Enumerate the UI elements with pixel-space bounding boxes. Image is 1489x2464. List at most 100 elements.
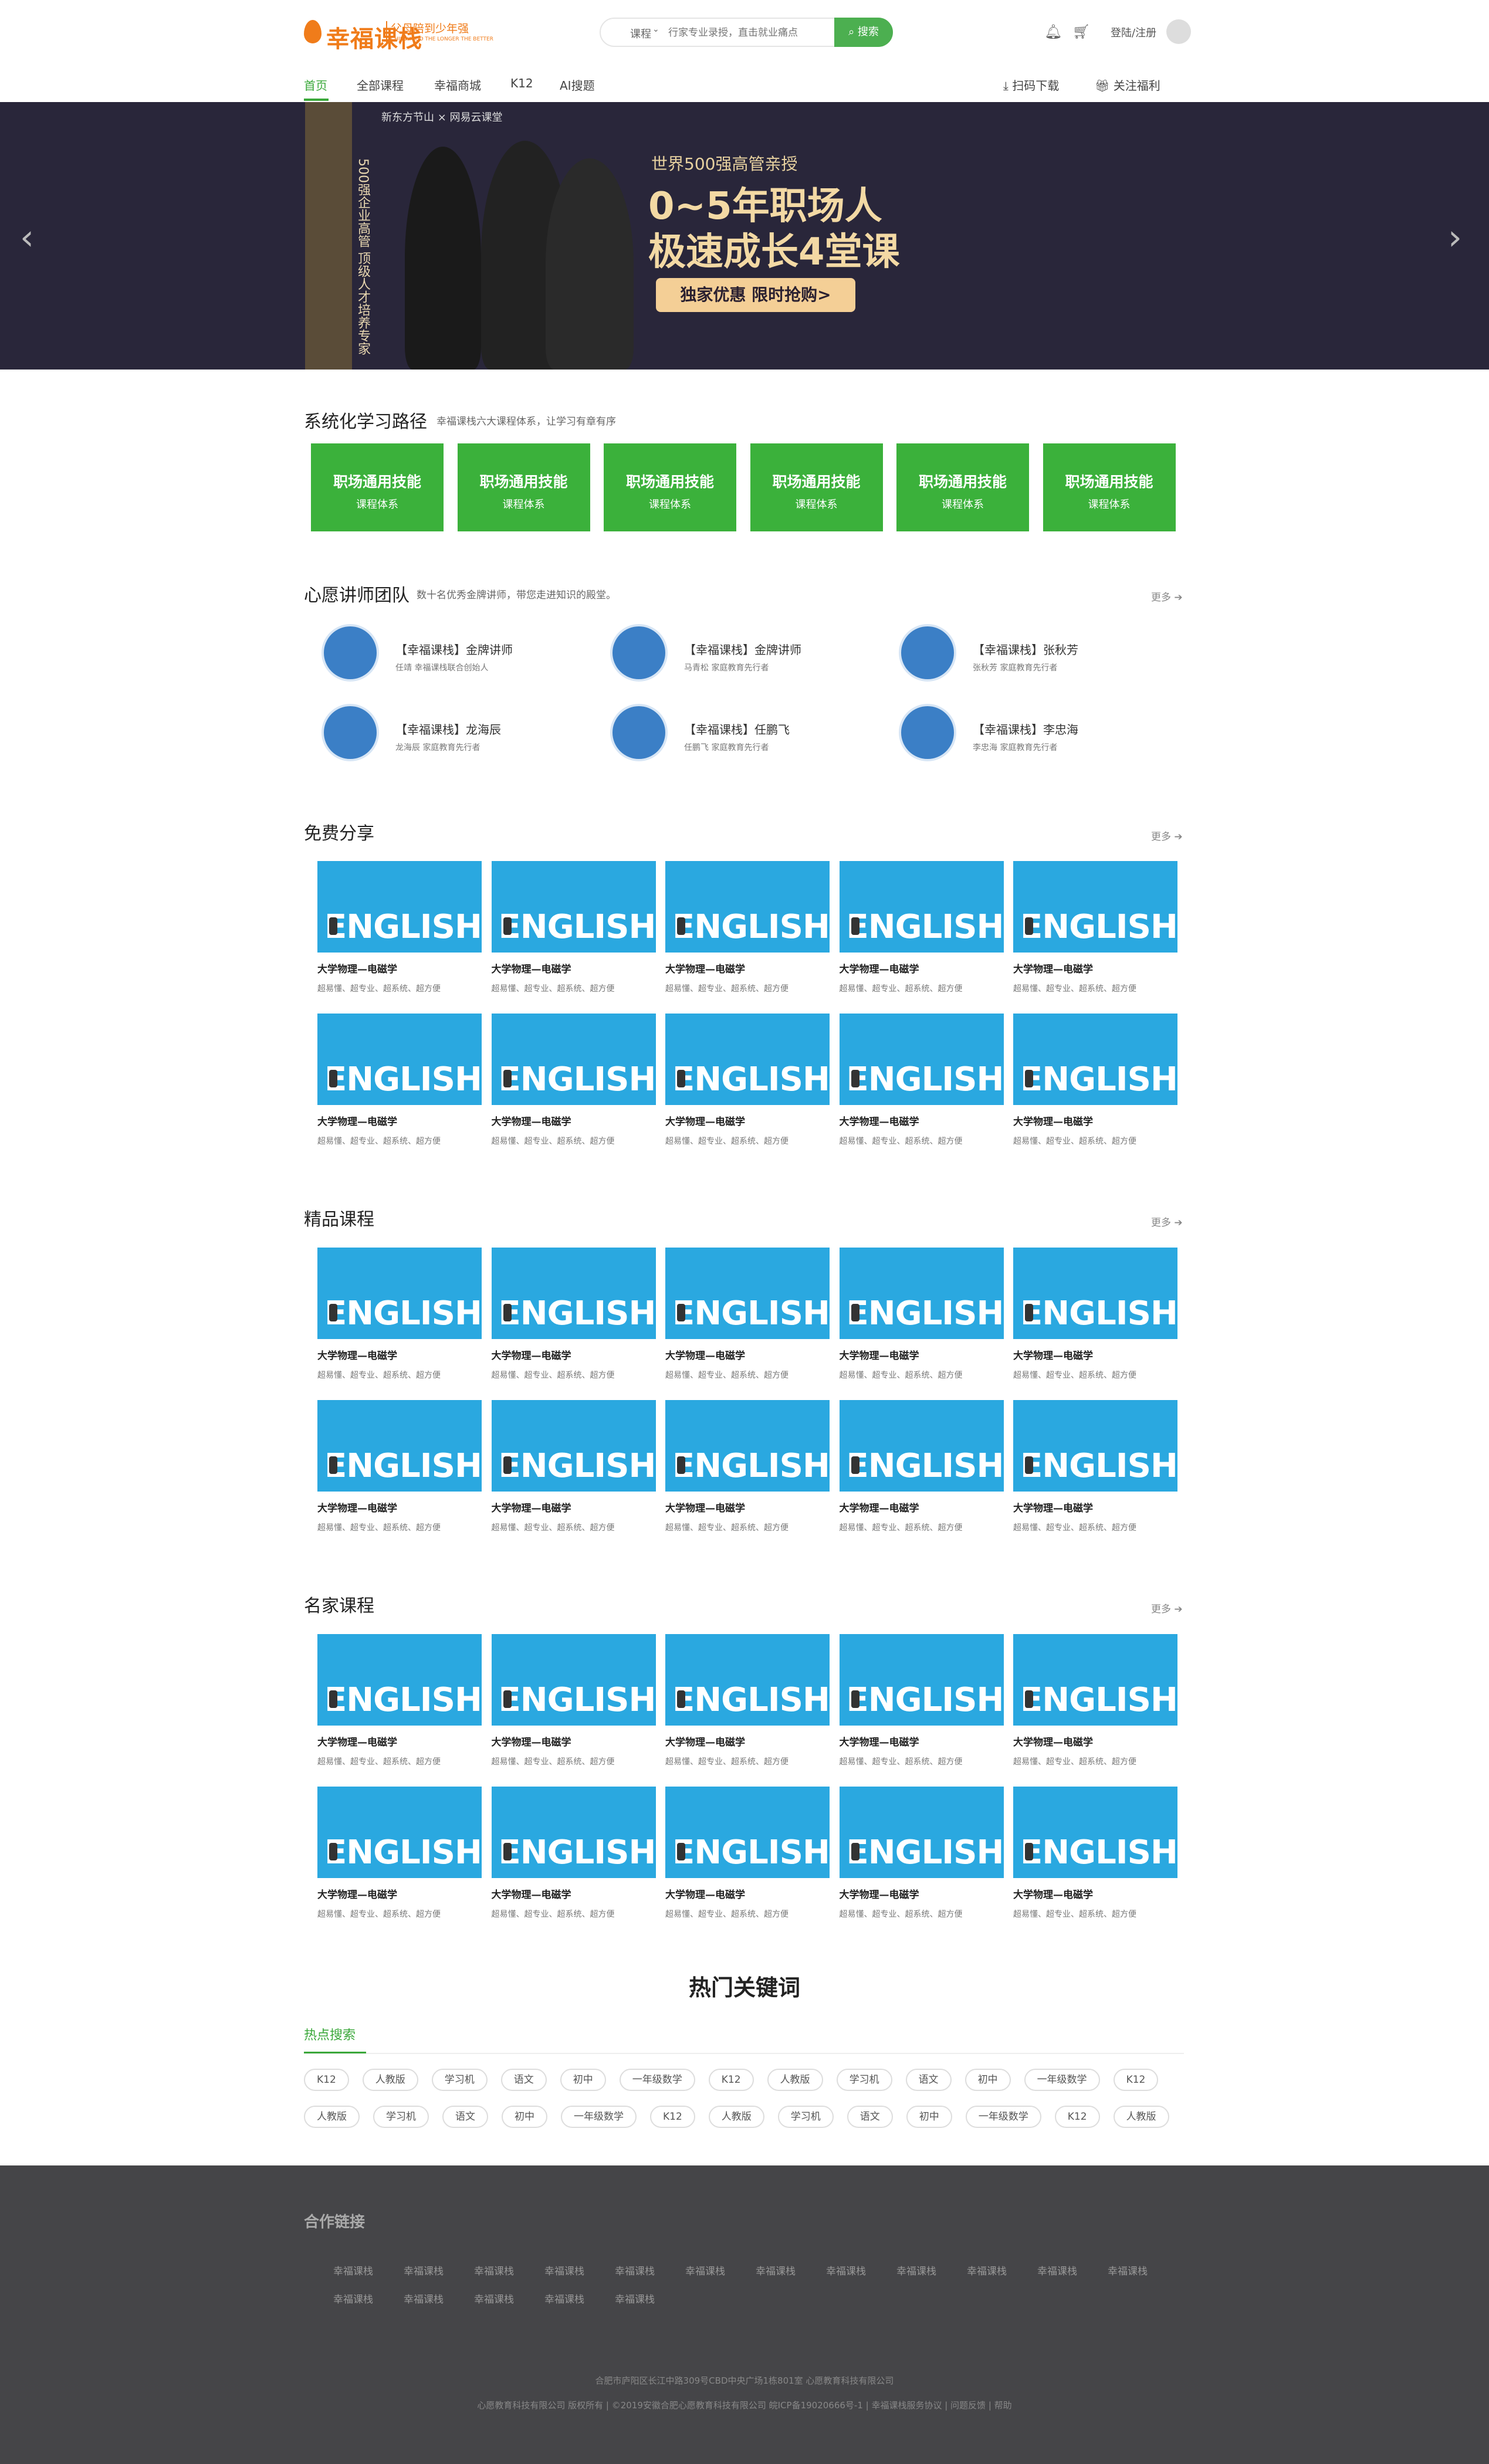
keyword-chip[interactable]: 学习机 — [431, 2069, 488, 2091]
learning-path-card[interactable]: 职场通用技能 课程体系 — [896, 443, 1029, 531]
course-card[interactable]: ENGLISH 大学物理—电磁学 超易懂、超专业、超系统、超方便 — [665, 1634, 830, 1767]
keyword-chip[interactable]: 初中 — [906, 2106, 952, 2128]
famous-more-link[interactable]: 更多 ➔ — [1151, 1601, 1183, 1615]
course-thumbnail[interactable]: ENGLISH — [665, 1787, 830, 1878]
course-thumbnail[interactable]: ENGLISH — [1013, 1014, 1177, 1105]
keyword-chip[interactable]: 人教版 — [1113, 2106, 1169, 2128]
course-thumbnail[interactable]: ENGLISH — [839, 1787, 1004, 1878]
course-title[interactable]: 大学物理—电磁学 — [492, 1886, 656, 1901]
course-thumbnail[interactable]: ENGLISH — [491, 1787, 656, 1878]
partner-link[interactable]: 幸福课栈 — [1108, 2263, 1178, 2277]
nav-all-courses[interactable]: 全部课程 — [357, 76, 404, 93]
keyword-chip[interactable]: K12 — [304, 2069, 349, 2091]
keyword-chip[interactable]: 语文 — [847, 2106, 893, 2128]
teacher-name[interactable]: 【幸福课栈】任鹏飞 — [684, 720, 790, 737]
keyword-chip[interactable]: 一年级数学 — [561, 2106, 637, 2128]
course-title[interactable]: 大学物理—电磁学 — [1013, 1113, 1177, 1128]
keyword-chip[interactable]: K12 — [1113, 2069, 1159, 2091]
course-title[interactable]: 大学物理—电磁学 — [840, 1113, 1004, 1128]
course-title[interactable]: 大学物理—电磁学 — [1013, 1734, 1177, 1748]
keyword-chip[interactable]: 人教版 — [767, 2069, 823, 2091]
course-title[interactable]: 大学物理—电磁学 — [665, 1500, 830, 1514]
course-title[interactable]: 大学物理—电磁学 — [840, 1347, 1004, 1362]
course-title[interactable]: 大学物理—电磁学 — [317, 1113, 482, 1128]
course-title[interactable]: 大学物理—电磁学 — [1013, 1500, 1177, 1514]
course-card[interactable]: ENGLISH 大学物理—电磁学 超易懂、超专业、超系统、超方便 — [1013, 1400, 1177, 1533]
chevron-right-icon[interactable]: › — [1448, 217, 1462, 258]
partner-link[interactable]: 幸福课栈 — [544, 2263, 615, 2277]
course-card[interactable]: ENGLISH 大学物理—电磁学 超易懂、超专业、超系统、超方便 — [839, 1400, 1004, 1533]
course-title[interactable]: 大学物理—电磁学 — [840, 1500, 1004, 1514]
course-card[interactable]: ENGLISH 大学物理—电磁学 超易懂、超专业、超系统、超方便 — [491, 1248, 656, 1381]
partner-link[interactable]: 幸福课栈 — [404, 2263, 474, 2277]
course-card[interactable]: ENGLISH 大学物理—电磁学 超易懂、超专业、超系统、超方便 — [317, 1248, 482, 1381]
course-thumbnail[interactable]: ENGLISH — [1013, 861, 1177, 953]
course-card[interactable]: ENGLISH 大学物理—电磁学 超易懂、超专业、超系统、超方便 — [839, 1787, 1004, 1920]
course-thumbnail[interactable]: ENGLISH — [491, 1248, 656, 1339]
course-title[interactable]: 大学物理—电磁学 — [317, 961, 482, 975]
tab-hot-search[interactable]: 热点搜索 — [304, 2025, 356, 2043]
login-link[interactable]: 登陆/注册 — [1111, 25, 1156, 40]
search-input[interactable] — [668, 22, 815, 43]
nav-k12[interactable]: K12 — [510, 76, 533, 90]
course-card[interactable]: ENGLISH 大学物理—电磁学 超易懂、超专业、超系统、超方便 — [839, 1248, 1004, 1381]
course-thumbnail[interactable]: ENGLISH — [665, 1014, 830, 1105]
keyword-chip[interactable]: 一年级数学 — [1024, 2069, 1100, 2091]
course-title[interactable]: 大学物理—电磁学 — [317, 1347, 482, 1362]
search-type-select[interactable]: 课程 — [630, 26, 651, 41]
course-card[interactable]: ENGLISH 大学物理—电磁学 超易懂、超专业、超系统、超方便 — [317, 1400, 482, 1533]
teacher-avatar[interactable] — [322, 624, 379, 682]
teacher-avatar[interactable] — [610, 704, 668, 761]
course-thumbnail[interactable]: ENGLISH — [839, 1014, 1004, 1105]
nav-mall[interactable]: 幸福商城 — [434, 76, 481, 93]
course-thumbnail[interactable]: ENGLISH — [491, 861, 656, 953]
course-card[interactable]: ENGLISH 大学物理—电磁学 超易懂、超专业、超系统、超方便 — [317, 1787, 482, 1920]
course-card[interactable]: ENGLISH 大学物理—电磁学 超易懂、超专业、超系统、超方便 — [665, 1787, 830, 1920]
course-title[interactable]: 大学物理—电磁学 — [840, 961, 1004, 975]
course-title[interactable]: 大学物理—电磁学 — [492, 1347, 656, 1362]
course-title[interactable]: 大学物理—电磁学 — [492, 1500, 656, 1514]
nav-home[interactable]: 首页 — [304, 76, 327, 93]
course-thumbnail[interactable]: ENGLISH — [317, 1248, 482, 1339]
course-title[interactable]: 大学物理—电磁学 — [1013, 1886, 1177, 1901]
logo-icon[interactable] — [304, 20, 322, 43]
teacher-avatar[interactable] — [322, 704, 379, 761]
keyword-chip[interactable]: 初中 — [965, 2069, 1011, 2091]
course-card[interactable]: ENGLISH 大学物理—电磁学 超易懂、超专业、超系统、超方便 — [491, 861, 656, 994]
course-title[interactable]: 大学物理—电磁学 — [665, 1886, 830, 1901]
course-thumbnail[interactable]: ENGLISH — [665, 861, 830, 953]
partner-link[interactable]: 幸福课栈 — [615, 2263, 685, 2277]
course-title[interactable]: 大学物理—电磁学 — [492, 961, 656, 975]
keyword-chip[interactable]: 初中 — [560, 2069, 606, 2091]
chevron-left-icon[interactable]: ‹ — [20, 217, 34, 258]
teacher-name[interactable]: 【幸福课栈】金牌讲师 — [684, 640, 801, 657]
keyword-chip[interactable]: K12 — [708, 2069, 754, 2091]
keyword-chip[interactable]: K12 — [650, 2106, 695, 2128]
learning-path-card[interactable]: 职场通用技能 课程体系 — [604, 443, 736, 531]
course-card[interactable]: ENGLISH 大学物理—电磁学 超易懂、超专业、超系统、超方便 — [665, 1248, 830, 1381]
course-thumbnail[interactable]: ENGLISH — [317, 861, 482, 953]
keyword-chip[interactable]: 学习机 — [777, 2106, 834, 2128]
premium-more-link[interactable]: 更多 ➔ — [1151, 1214, 1183, 1229]
course-card[interactable]: ENGLISH 大学物理—电磁学 超易懂、超专业、超系统、超方便 — [665, 1400, 830, 1533]
course-card[interactable]: ENGLISH 大学物理—电磁学 超易懂、超专业、超系统、超方便 — [1013, 1014, 1177, 1147]
nav-ai-search[interactable]: AI搜题 — [560, 76, 595, 93]
teacher-name[interactable]: 【幸福课栈】李忠海 — [973, 720, 1078, 737]
keyword-chip[interactable]: 学习机 — [373, 2106, 429, 2128]
partner-link[interactable]: 幸福课栈 — [333, 2263, 404, 2277]
course-card[interactable]: ENGLISH 大学物理—电磁学 超易懂、超专业、超系统、超方便 — [839, 1634, 1004, 1767]
teacher-avatar[interactable] — [610, 624, 668, 682]
keyword-chip[interactable]: 一年级数学 — [965, 2106, 1041, 2128]
keyword-chip[interactable]: 语文 — [500, 2069, 547, 2091]
course-card[interactable]: ENGLISH 大学物理—电磁学 超易懂、超专业、超系统、超方便 — [491, 1014, 656, 1147]
learning-path-card[interactable]: 职场通用技能 课程体系 — [750, 443, 883, 531]
course-thumbnail[interactable]: ENGLISH — [665, 1400, 830, 1492]
teacher-name[interactable]: 【幸福课栈】龙海辰 — [395, 720, 501, 737]
scan-download-link[interactable]: ⤓ 扫码下载 — [1003, 76, 1059, 93]
partner-link[interactable]: 幸福课栈 — [826, 2263, 896, 2277]
course-card[interactable]: ENGLISH 大学物理—电磁学 超易懂、超专业、超系统、超方便 — [491, 1400, 656, 1533]
course-thumbnail[interactable]: ENGLISH — [317, 1400, 482, 1492]
keyword-chip[interactable]: 人教版 — [362, 2069, 418, 2091]
partner-link[interactable]: 幸福课栈 — [685, 2263, 756, 2277]
partner-link[interactable]: 幸福课栈 — [967, 2263, 1037, 2277]
